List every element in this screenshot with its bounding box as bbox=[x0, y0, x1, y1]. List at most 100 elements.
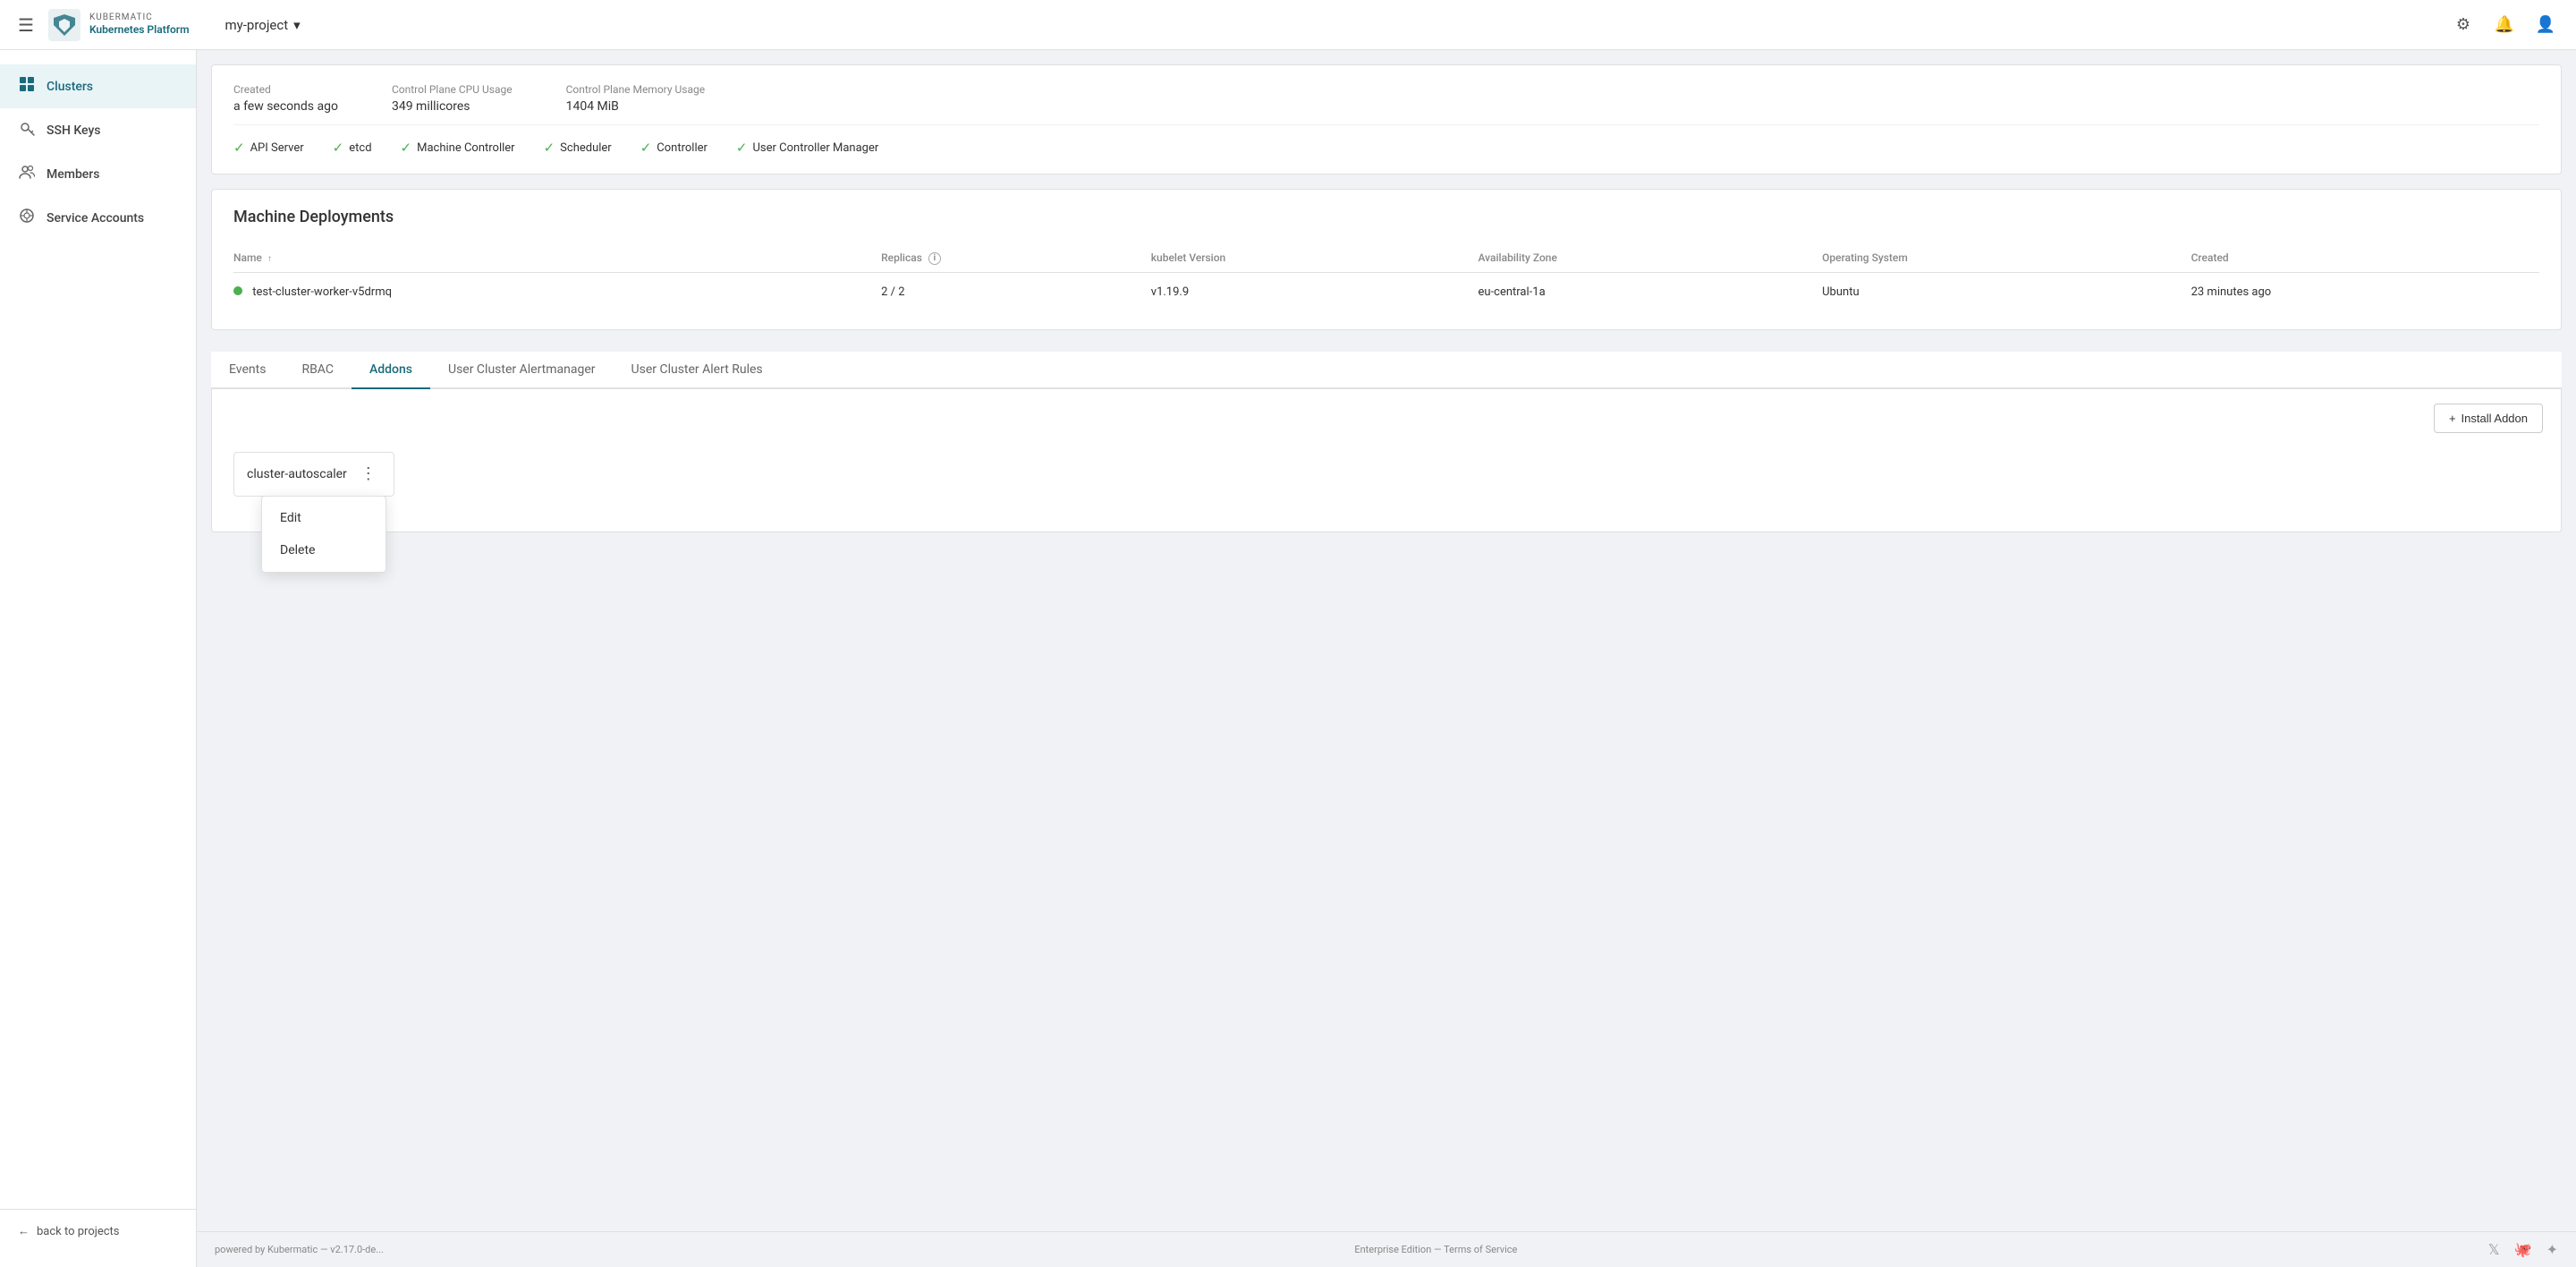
created-field: Created a few seconds ago bbox=[233, 83, 338, 114]
back-to-projects[interactable]: ← back to projects bbox=[18, 1224, 178, 1238]
addon-name: cluster-autoscaler bbox=[247, 467, 347, 481]
cell-replicas: 2 / 2 bbox=[881, 272, 1151, 311]
tab-alertmanager[interactable]: User Cluster Alertmanager bbox=[430, 352, 614, 389]
user-icon[interactable]: 👤 bbox=[2533, 13, 2558, 38]
cpu-value: 349 millicores bbox=[392, 99, 470, 114]
cell-created: 23 minutes ago bbox=[2191, 272, 2539, 311]
tab-events[interactable]: Events bbox=[211, 352, 284, 389]
footer-social: 𝕏 🐙 ✦ bbox=[2488, 1241, 2558, 1258]
tab-rbac[interactable]: RBAC bbox=[284, 352, 352, 389]
addons-panel: + Install Addon cluster-autoscaler ⋮ Edi… bbox=[211, 389, 2562, 532]
sidebar-nav: Clusters SSH Keys bbox=[0, 64, 196, 1209]
created-label: Created bbox=[233, 83, 338, 96]
sidebar-footer: ← back to projects bbox=[0, 1209, 196, 1253]
table-header: Name ↑ Replicas i kubelet Version Availa… bbox=[233, 244, 2539, 272]
sidebar-item-ssh-keys[interactable]: SSH Keys bbox=[0, 108, 196, 152]
project-name: my-project bbox=[225, 17, 289, 33]
back-arrow-icon: ← bbox=[18, 1224, 30, 1238]
col-kubelet: kubelet Version bbox=[1151, 244, 1479, 272]
tabs-bar: Events RBAC Addons User Cluster Alertman… bbox=[211, 352, 2562, 389]
tabs-container: Events RBAC Addons User Cluster Alertman… bbox=[211, 352, 2562, 532]
col-name[interactable]: Name ↑ bbox=[233, 244, 881, 272]
hamburger-icon[interactable]: ☰ bbox=[18, 14, 34, 36]
memory-field: Control Plane Memory Usage 1404 MiB bbox=[566, 83, 706, 114]
api-server-label: API Server bbox=[250, 141, 304, 155]
cell-name: test-cluster-worker-v5drmq bbox=[233, 272, 881, 311]
footer-powered-text: powered by Kubermatic — v2.17.0-de... bbox=[215, 1244, 384, 1255]
page-footer: powered by Kubermatic — v2.17.0-de... En… bbox=[197, 1231, 2576, 1267]
scheduler-label: Scheduler bbox=[560, 141, 612, 155]
sidebar-item-members[interactable]: Members bbox=[0, 152, 196, 196]
tab-alert-rules[interactable]: User Cluster Alert Rules bbox=[614, 352, 781, 389]
twitter-icon[interactable]: 𝕏 bbox=[2488, 1241, 2500, 1258]
sidebar: Clusters SSH Keys bbox=[0, 50, 197, 1267]
col-os: Operating System bbox=[1822, 244, 2190, 272]
status-dot bbox=[233, 286, 242, 295]
sort-arrow-name: ↑ bbox=[267, 254, 272, 264]
check-icon-user-controller-manager: ✓ bbox=[736, 140, 748, 156]
addon-menu-button[interactable]: ⋮ bbox=[356, 462, 381, 487]
worker-name: test-cluster-worker-v5drmq bbox=[252, 285, 392, 299]
col-zone: Availability Zone bbox=[1479, 244, 1823, 272]
status-etcd: ✓ etcd bbox=[333, 140, 372, 156]
table-header-row: Name ↑ Replicas i kubelet Version Availa… bbox=[233, 244, 2539, 272]
machine-controller-label: Machine Controller bbox=[417, 141, 514, 155]
controller-label: Controller bbox=[657, 141, 708, 155]
cell-kubelet: v1.19.9 bbox=[1151, 272, 1479, 311]
service-accounts-icon bbox=[18, 207, 36, 229]
addon-item: cluster-autoscaler ⋮ Edit Delete bbox=[233, 452, 394, 497]
etcd-label: etcd bbox=[349, 141, 371, 155]
logo-icon bbox=[48, 9, 80, 41]
install-addon-button[interactable]: + Install Addon bbox=[2434, 404, 2543, 433]
footer-enterprise-text: Enterprise Edition — Terms of Service bbox=[1354, 1244, 1517, 1255]
main-content: Created a few seconds ago Control Plane … bbox=[197, 50, 2576, 1267]
check-icon-etcd: ✓ bbox=[333, 140, 344, 156]
product-name: Kubernetes Platform bbox=[89, 23, 190, 36]
chevron-down-icon: ▾ bbox=[293, 17, 301, 33]
table-row[interactable]: test-cluster-worker-v5drmq 2 / 2 v1.19.9… bbox=[233, 272, 2539, 311]
check-icon-machine-controller: ✓ bbox=[401, 140, 412, 156]
members-label: Members bbox=[47, 167, 99, 182]
status-scheduler: ✓ Scheduler bbox=[544, 140, 612, 156]
check-icon-controller: ✓ bbox=[640, 140, 652, 156]
settings-icon[interactable]: ⚙ bbox=[2451, 13, 2476, 38]
table-body: test-cluster-worker-v5drmq 2 / 2 v1.19.9… bbox=[233, 272, 2539, 311]
service-accounts-label: Service Accounts bbox=[47, 211, 144, 225]
cell-zone: eu-central-1a bbox=[1479, 272, 1823, 311]
notifications-icon[interactable]: 🔔 bbox=[2492, 13, 2517, 38]
status-row: ✓ API Server ✓ etcd ✓ Machine Controller… bbox=[233, 124, 2539, 156]
status-user-controller-manager: ✓ User Controller Manager bbox=[736, 140, 878, 156]
header-icons: ⚙ 🔔 👤 bbox=[2451, 13, 2558, 38]
machine-deployments-title: Machine Deployments bbox=[233, 208, 2539, 226]
install-addon-label: Install Addon bbox=[2462, 412, 2528, 425]
sidebar-item-clusters[interactable]: Clusters bbox=[0, 64, 196, 108]
cpu-label: Control Plane CPU Usage bbox=[392, 83, 513, 96]
col-replicas: Replicas i bbox=[881, 244, 1151, 272]
install-addon-plus-icon: + bbox=[2449, 412, 2456, 425]
addon-dropdown-menu: Edit Delete bbox=[261, 496, 386, 573]
status-api-server: ✓ API Server bbox=[233, 140, 304, 156]
cell-os: Ubuntu bbox=[1822, 272, 2190, 311]
clusters-icon bbox=[18, 75, 36, 98]
back-to-projects-label: back to projects bbox=[37, 1225, 120, 1238]
logo: KUBERMATIC Kubernetes Platform bbox=[48, 9, 190, 41]
dropdown-item-edit[interactable]: Edit bbox=[262, 502, 386, 534]
memory-label: Control Plane Memory Usage bbox=[566, 83, 706, 96]
members-icon bbox=[18, 163, 36, 185]
info-card: Created a few seconds ago Control Plane … bbox=[211, 64, 2562, 174]
check-icon-scheduler: ✓ bbox=[544, 140, 555, 156]
github-icon[interactable]: 🐙 bbox=[2514, 1241, 2532, 1258]
tab-addons[interactable]: Addons bbox=[352, 352, 430, 389]
machine-deployments-table: Name ↑ Replicas i kubelet Version Availa… bbox=[233, 244, 2539, 311]
dropdown-item-delete[interactable]: Delete bbox=[262, 534, 386, 566]
status-machine-controller: ✓ Machine Controller bbox=[401, 140, 515, 156]
app-header: ☰ KUBERMATIC Kubernetes Platform my-proj… bbox=[0, 0, 2576, 50]
created-value: a few seconds ago bbox=[233, 99, 338, 114]
clusters-label: Clusters bbox=[47, 80, 93, 94]
project-selector[interactable]: my-project ▾ bbox=[216, 12, 309, 38]
user-controller-manager-label: User Controller Manager bbox=[753, 141, 879, 155]
status-controller: ✓ Controller bbox=[640, 140, 708, 156]
sidebar-item-service-accounts[interactable]: Service Accounts bbox=[0, 196, 196, 240]
slack-icon[interactable]: ✦ bbox=[2546, 1241, 2558, 1258]
memory-value: 1404 MiB bbox=[566, 99, 619, 114]
